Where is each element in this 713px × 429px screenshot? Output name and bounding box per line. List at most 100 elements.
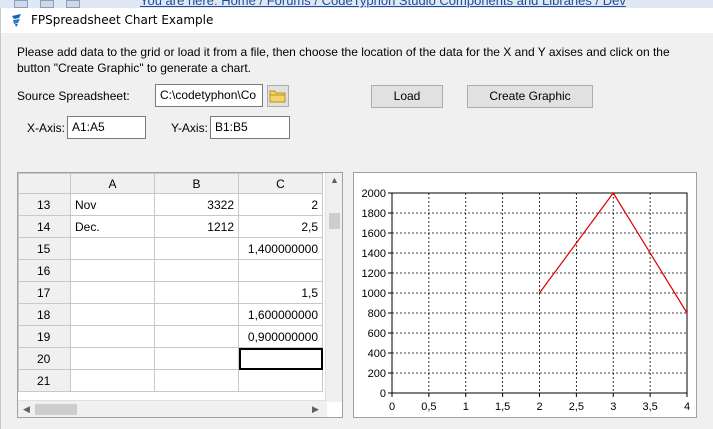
x-tick-label: 1 xyxy=(463,401,469,413)
cell-b[interactable]: 1212 xyxy=(154,215,239,238)
y-tick-label: 1400 xyxy=(362,248,386,260)
table-row: 21 xyxy=(18,369,323,392)
row-header[interactable]: 20 xyxy=(18,347,71,370)
app-icon xyxy=(12,14,21,27)
cell-a[interactable] xyxy=(70,237,155,260)
table-row: 14 Dec. 1212 2,5 xyxy=(18,215,323,238)
cell-a[interactable] xyxy=(70,281,155,304)
x-axis-input[interactable]: A1:A5 xyxy=(67,116,146,139)
cell-a[interactable] xyxy=(70,347,155,370)
grid-vertical-scrollbar[interactable]: ▲ xyxy=(325,173,342,402)
cell-b[interactable]: 3322 xyxy=(154,193,239,216)
data-point xyxy=(686,312,688,314)
background-breadcrumb: You are here: Home / Forums / CodeTyphon… xyxy=(140,0,626,8)
cell-a[interactable] xyxy=(70,303,155,326)
background-toolbar-icon xyxy=(66,0,80,8)
row-header[interactable]: 17 xyxy=(18,281,71,304)
table-row: 20 xyxy=(18,347,323,370)
cell-a[interactable] xyxy=(70,259,155,282)
line-chart: 0 200 400 600 800 1000 1200 1400 1600 1800 2000 0 0,… xyxy=(362,188,691,413)
load-button[interactable]: Load xyxy=(371,85,443,108)
y-tick-label: 1000 xyxy=(362,288,386,300)
cell-c[interactable]: 2 xyxy=(238,193,323,216)
grid-horizontal-scroll-thumb[interactable] xyxy=(35,404,77,415)
grid-horizontal-scrollbar[interactable]: ◀ ▶ xyxy=(18,400,327,417)
scroll-up-icon[interactable]: ▲ xyxy=(330,175,339,185)
cell-b[interactable] xyxy=(154,325,239,348)
cell-c[interactable]: 1,600000000 xyxy=(238,303,323,326)
y-tick-label: 2000 xyxy=(362,188,386,200)
data-point xyxy=(612,192,615,194)
scroll-left-icon[interactable]: ◀ xyxy=(23,404,30,415)
grid-vertical-scroll-thumb[interactable] xyxy=(329,213,340,229)
y-tick-label: 400 xyxy=(368,348,386,360)
cell-c[interactable]: 2,5 xyxy=(238,215,323,238)
y-tick-label: 0 xyxy=(380,388,386,400)
x-tick-label: 2 xyxy=(536,401,542,413)
source-spreadsheet-input[interactable]: C:\codetyphon\Co xyxy=(155,84,263,107)
y-tick-label: 1800 xyxy=(362,208,386,220)
main-window: FPSpreadsheet Chart Example Please add d… xyxy=(0,8,713,429)
cell-b[interactable] xyxy=(154,259,239,282)
cell-a[interactable]: Dec. xyxy=(70,215,155,238)
column-header[interactable]: B xyxy=(154,173,239,194)
table-row: 16 xyxy=(18,259,323,282)
y-axis-label: Y-Axis: xyxy=(171,121,208,135)
y-tick-label: 1600 xyxy=(362,228,386,240)
column-header[interactable]: A xyxy=(70,173,155,194)
create-graphic-button[interactable]: Create Graphic xyxy=(467,85,593,108)
table-row: 17 1,5 xyxy=(18,281,323,304)
spreadsheet-grid[interactable]: A B C 13 Nov 3322 2 14 Dec. 1212 2,5 15 1,4000000… xyxy=(17,172,343,418)
column-header[interactable]: C xyxy=(238,173,323,194)
instructions-text: Please add data to the grid or load it f… xyxy=(17,45,670,75)
source-spreadsheet-label: Source Spreadsheet: xyxy=(17,89,130,103)
x-tick-label: 3,5 xyxy=(642,401,657,413)
cell-b[interactable] xyxy=(154,303,239,326)
row-header[interactable]: 16 xyxy=(18,259,71,282)
cell-a[interactable] xyxy=(70,369,155,392)
folder-icon xyxy=(269,90,286,103)
x-tick-label: 0,5 xyxy=(421,401,436,413)
y-tick-label: 200 xyxy=(368,368,386,380)
y-tick-label: 600 xyxy=(368,328,386,340)
x-tick-label: 1,5 xyxy=(495,401,510,413)
x-tick-label: 2,5 xyxy=(569,401,584,413)
cell-b[interactable] xyxy=(154,237,239,260)
cell-b[interactable] xyxy=(154,281,239,304)
x-tick-label: 4 xyxy=(684,401,690,413)
cell-c[interactable]: 1,400000000 xyxy=(238,237,323,260)
row-header[interactable]: 18 xyxy=(18,303,71,326)
background-toolbar-icon xyxy=(40,0,54,8)
cell-a[interactable]: Nov xyxy=(70,193,155,216)
x-tick-label: 0 xyxy=(389,401,395,413)
background-toolbar-icon xyxy=(14,0,28,8)
row-header[interactable]: 15 xyxy=(18,237,71,260)
cell-c[interactable] xyxy=(238,347,323,370)
cell-c[interactable] xyxy=(238,259,323,282)
cell-b[interactable] xyxy=(154,369,239,392)
browse-folder-button[interactable] xyxy=(267,85,289,107)
data-point xyxy=(538,292,541,294)
corner-cell xyxy=(18,173,71,194)
table-row: 15 1,400000000 xyxy=(18,237,323,260)
y-tick-label: 800 xyxy=(368,308,386,320)
row-header[interactable]: 14 xyxy=(18,215,71,238)
row-header[interactable]: 21 xyxy=(18,369,71,392)
row-header[interactable]: 13 xyxy=(18,193,71,216)
cell-b[interactable] xyxy=(154,347,239,370)
y-tick-label: 1200 xyxy=(362,268,386,280)
cell-c[interactable]: 0,900000000 xyxy=(238,325,323,348)
x-tick-label: 3 xyxy=(610,401,616,413)
x-axis-label: X-Axis: xyxy=(27,121,66,135)
row-header[interactable]: 19 xyxy=(18,325,71,348)
chart-panel: 0 200 400 600 800 1000 1200 1400 1600 1800 2000 0 0,… xyxy=(353,172,697,418)
table-row: 18 1,600000000 xyxy=(18,303,323,326)
y-axis-input[interactable]: B1:B5 xyxy=(210,116,290,139)
cell-c[interactable] xyxy=(238,369,323,392)
column-header-row: A B C xyxy=(18,173,323,194)
title-bar[interactable]: FPSpreadsheet Chart Example xyxy=(1,8,713,33)
cell-c[interactable]: 1,5 xyxy=(238,281,323,304)
scroll-right-icon[interactable]: ▶ xyxy=(312,404,319,415)
table-row: 19 0,900000000 xyxy=(18,325,323,348)
cell-a[interactable] xyxy=(70,325,155,348)
